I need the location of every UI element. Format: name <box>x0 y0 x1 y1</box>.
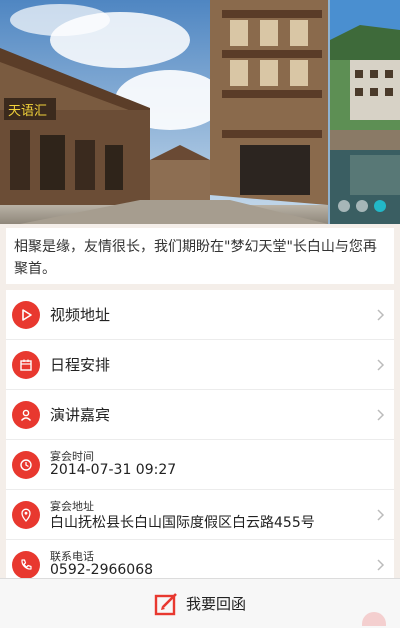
play-icon <box>12 301 40 329</box>
resort-street-photo: 天语汇 <box>0 0 328 224</box>
person-icon <box>12 401 40 429</box>
chevron-right-icon <box>377 559 385 571</box>
chevron-right-icon <box>377 509 385 521</box>
floating-button[interactable] <box>362 612 386 626</box>
carousel-slide-lake <box>330 0 400 224</box>
calendar-icon <box>12 351 40 379</box>
location-pin-icon <box>12 501 40 529</box>
menu-item-schedule[interactable]: 日程安排 <box>6 340 394 390</box>
chevron-right-icon <box>377 309 385 321</box>
menu-item-label: 日程安排 <box>50 356 111 374</box>
menu-item-label: 演讲嘉宾 <box>50 406 111 424</box>
image-carousel[interactable]: 天语汇 <box>0 0 400 224</box>
carousel-dot[interactable] <box>338 200 350 212</box>
info-value: 2014-07-31 09:27 <box>50 462 177 478</box>
rsvp-bar[interactable]: 我要回函 <box>0 578 400 628</box>
menu-item-label: 视频地址 <box>50 306 111 324</box>
menu-item-video[interactable]: 视频地址 <box>6 290 394 340</box>
carousel-slide-resort: 天语汇 <box>0 0 328 224</box>
carousel-dot[interactable] <box>356 200 368 212</box>
carousel-dot-active[interactable] <box>374 200 386 212</box>
info-event-address[interactable]: 宴会地址 白山抚松县长白山国际度假区白云路455号 <box>6 490 394 540</box>
info-value: 0592-2966068 <box>50 562 154 578</box>
clock-icon <box>12 451 40 479</box>
intro-message: 相聚是缘，友情很长，我们期盼在"梦幻天堂"长白山与您再聚首。 <box>6 228 394 284</box>
info-value: 白山抚松县长白山国际度假区白云路455号 <box>50 515 315 531</box>
info-event-time: 宴会时间 2014-07-31 09:27 <box>6 440 394 490</box>
chevron-right-icon <box>377 359 385 371</box>
lake-hotel-photo <box>330 0 400 224</box>
chevron-right-icon <box>377 409 385 421</box>
edit-icon <box>154 592 177 615</box>
phone-icon <box>12 551 40 579</box>
menu-item-speakers[interactable]: 演讲嘉宾 <box>6 390 394 440</box>
rsvp-button-label: 我要回函 <box>185 595 246 613</box>
carousel-pagination <box>338 200 386 212</box>
shop-sign-text: 天语汇 <box>8 104 47 119</box>
event-menu-list: 视频地址 日程安排 演讲嘉宾 宴会时间 2014-07-31 09:27 宴会地… <box>6 290 394 590</box>
